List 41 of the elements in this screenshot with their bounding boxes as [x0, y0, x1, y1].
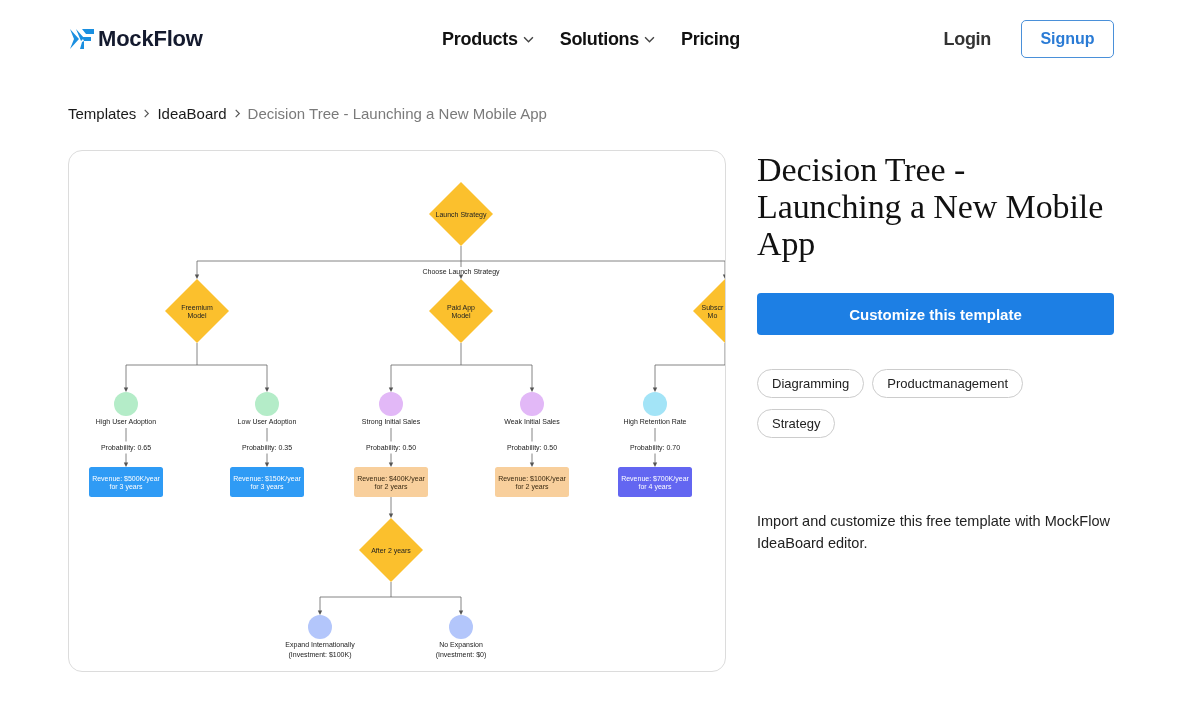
connector-arrow: [529, 453, 535, 467]
decision-diamond: [429, 182, 493, 246]
connector-line: [531, 427, 533, 442]
decision-diamond: [165, 279, 229, 343]
template-title: Decision Tree - Launching a New Mobile App: [757, 151, 1105, 262]
connector-line: [125, 427, 127, 442]
breadcrumb-link[interactable]: Templates: [68, 105, 137, 122]
chevron-right-icon: [232, 109, 242, 118]
nav-menu-item[interactable]: Solutions: [559, 28, 655, 50]
connector-arrow: [264, 364, 270, 392]
logo-icon: [70, 29, 94, 49]
customize-button[interactable]: Customize this template: [757, 293, 1114, 335]
connector-arrow: [388, 364, 394, 392]
signup-button[interactable]: Signup: [1021, 20, 1114, 58]
connector-arrow: [529, 364, 535, 392]
connector-line: [390, 427, 392, 442]
connector-arrow: [388, 496, 394, 518]
connector-arrow: [194, 260, 200, 279]
connector-arrow: [458, 274, 464, 279]
connector-line: [266, 427, 268, 442]
nav-menu-item[interactable]: Pricing: [681, 28, 740, 50]
template-description: Import and customize this free template with MockFlow IdeaBoard editor.: [757, 512, 1111, 553]
connector-arrow: [652, 364, 658, 392]
nav-menu-item[interactable]: Products: [442, 28, 534, 50]
chevron-right-icon: [142, 109, 152, 118]
connector-arrow: [388, 453, 394, 467]
connector-arrow: [317, 596, 323, 615]
logo-wordmark[interactable]: MockFlow: [98, 26, 203, 52]
connector-arrow: [264, 453, 270, 467]
decision-diamond: [429, 279, 493, 343]
breadcrumb-link[interactable]: IdeaBoard: [157, 105, 227, 122]
breadcrumb-current[interactable]: Decision Tree - Launching a New Mobile App: [247, 105, 547, 122]
connector-line: [654, 427, 656, 442]
connector-arrow: [123, 453, 129, 467]
decision-diamond: [693, 279, 725, 343]
decision-diamond: [359, 518, 423, 582]
connector-arrow: [458, 596, 464, 615]
connector-arrow: [722, 260, 725, 279]
connector-arrow: [652, 453, 658, 467]
login-link[interactable]: Login: [943, 28, 991, 50]
connector-arrow: [123, 364, 129, 392]
